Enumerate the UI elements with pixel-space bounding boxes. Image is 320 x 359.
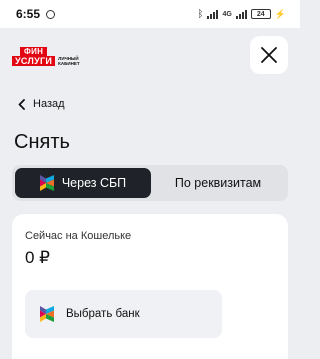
withdraw-method-tabs: Через СБП По реквизитам — [12, 165, 288, 201]
logo-bottom-text: УСЛУГИ — [12, 56, 56, 66]
status-left: 6:55 — [16, 7, 56, 21]
sbp-icon — [39, 175, 54, 191]
fin-uslugi-logo[interactable]: ФИН УСЛУГИ ЛИЧНЫЙ КАБИНЕТ — [12, 47, 84, 66]
page-title: Снять — [14, 131, 70, 153]
tab-requisites-label: По реквизитам — [174, 176, 262, 190]
alarm-icon — [46, 9, 56, 19]
logo-top-text: ФИН — [19, 47, 48, 56]
battery-level: 24 — [256, 10, 265, 18]
status-time: 6:55 — [16, 7, 41, 21]
logo-subtitle: ЛИЧНЫЙ КАБИНЕТ — [58, 55, 80, 66]
battery-icon: 24 — [250, 9, 271, 19]
choose-bank-label: Выбрать банк — [66, 308, 140, 320]
tab-requisites[interactable]: По реквизитам — [151, 168, 285, 198]
wallet-card: Сейчас на Кошельке 0 ₽ Выбрать банк — [12, 214, 288, 359]
back-label: Назад — [33, 98, 65, 110]
sbp-icon — [40, 306, 54, 322]
close-icon — [261, 47, 277, 63]
close-button[interactable] — [250, 36, 288, 74]
chevron-left-icon — [18, 98, 25, 110]
wallet-balance-label: Сейчас на Кошельке — [25, 230, 132, 242]
signal-icon — [207, 9, 219, 19]
network-type: 4G — [222, 10, 232, 18]
back-link[interactable]: Назад — [18, 98, 65, 110]
status-bar: 6:55 ᛒ 4G 24 ⚡ — [0, 0, 300, 28]
status-right: ᛒ 4G 24 ⚡ — [197, 9, 286, 20]
signal-icon-2 — [235, 9, 247, 19]
app-header: ФИН УСЛУГИ ЛИЧНЫЙ КАБИНЕТ — [0, 28, 300, 84]
tab-sbp[interactable]: Через СБП — [15, 168, 151, 198]
bluetooth-icon: ᛒ — [197, 8, 204, 20]
logo-mark: ФИН УСЛУГИ — [12, 47, 56, 66]
tab-sbp-label: Через СБП — [61, 176, 127, 190]
charging-icon: ⚡ — [274, 8, 286, 19]
wallet-balance-amount: 0 ₽ — [25, 248, 50, 267]
choose-bank-button[interactable]: Выбрать банк — [25, 290, 222, 338]
